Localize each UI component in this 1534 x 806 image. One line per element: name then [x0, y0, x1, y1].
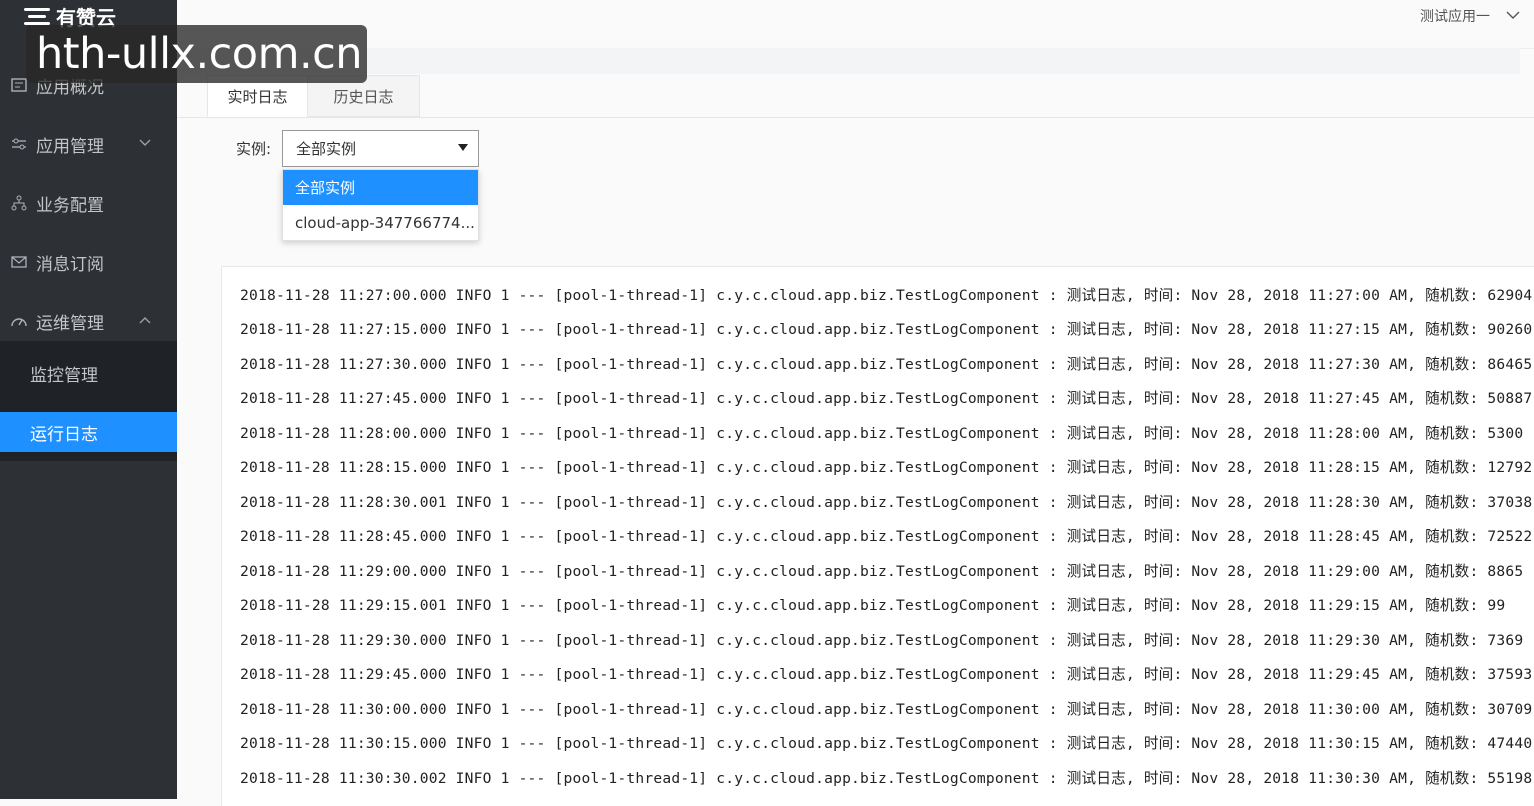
ops-submenu: 监控管理 运行日志 [0, 341, 177, 461]
log-line: 2018-11-28 11:30:15.000 INFO 1 --- [pool… [240, 735, 1533, 752]
breadcrumb-strip [177, 48, 1520, 74]
top-bar: 测试应用一 [177, 0, 1534, 49]
log-line: 2018-11-28 11:27:15.000 INFO 1 --- [pool… [240, 321, 1533, 338]
log-line: 2018-11-28 11:30:00.000 INFO 1 --- [pool… [240, 701, 1533, 718]
sidebar-item-ops-management[interactable]: 运维管理 [0, 301, 177, 341]
envelope-icon [10, 253, 28, 271]
logo-icon [24, 6, 50, 26]
sidebar-item-label: 消息订阅 [36, 254, 104, 275]
sidebar-item-app-management[interactable]: 应用管理 [0, 124, 177, 164]
chevron-down-icon [1506, 8, 1520, 24]
org-chart-icon [10, 194, 28, 212]
log-line: 2018-11-28 11:28:45.000 INFO 1 --- [pool… [240, 528, 1533, 545]
caret-down-icon [458, 144, 468, 151]
instance-select-value: 全部实例 [296, 140, 357, 158]
sidebar-item-label: 应用管理 [36, 136, 104, 157]
log-line: 2018-11-28 11:28:00.000 INFO 1 --- [pool… [240, 425, 1524, 442]
sidebar-subitem-runtime-logs[interactable]: 运行日志 [0, 412, 177, 452]
chevron-down-icon [139, 136, 151, 150]
instance-select[interactable]: 全部实例 [282, 130, 479, 167]
log-line: 2018-11-28 11:28:30.001 INFO 1 --- [pool… [240, 494, 1533, 511]
instance-option[interactable]: 全部实例 [283, 170, 478, 205]
instance-label: 实例: [236, 140, 272, 158]
instance-dropdown: 全部实例 cloud-app-347766774... [282, 169, 479, 241]
log-line: 2018-11-28 11:27:30.000 INFO 1 --- [pool… [240, 356, 1533, 373]
sidebar: 有赞云 应用概况 应用管理 业务配置 消息订阅 运维管理 监控管理 运行日志 [0, 0, 177, 799]
log-line: 2018-11-28 11:28:15.000 INFO 1 --- [pool… [240, 459, 1533, 476]
tab-divider [177, 117, 1534, 118]
gauge-icon [10, 312, 28, 330]
chevron-up-icon [139, 313, 151, 327]
log-line: 2018-11-28 11:27:00.000 INFO 1 --- [pool… [240, 287, 1533, 304]
app-switcher-label: 测试应用一 [1420, 9, 1490, 25]
instance-option[interactable]: cloud-app-347766774... [283, 205, 478, 240]
app-switcher[interactable]: 测试应用一 [1420, 6, 1520, 26]
watermark: hth-ullx.com.cn [26, 25, 367, 83]
sidebar-item-message-subscription[interactable]: 消息订阅 [0, 242, 177, 282]
log-line: 2018-11-28 11:27:45.000 INFO 1 --- [pool… [240, 390, 1533, 407]
log-line: 2018-11-28 11:29:00.000 INFO 1 --- [pool… [240, 563, 1524, 580]
log-line: 2018-11-28 11:30:30.002 INFO 1 --- [pool… [240, 770, 1533, 787]
sidebar-item-business-config[interactable]: 业务配置 [0, 183, 177, 223]
sidebar-subitem-monitoring[interactable]: 监控管理 [0, 353, 177, 393]
log-line: 2018-11-28 11:29:45.000 INFO 1 --- [pool… [240, 666, 1533, 683]
log-line: 2018-11-28 11:29:30.000 INFO 1 --- [pool… [240, 632, 1524, 649]
sliders-icon [10, 135, 28, 153]
sidebar-item-label: 业务配置 [36, 195, 104, 216]
log-panel: 2018-11-28 11:27:00.000 INFO 1 --- [pool… [221, 266, 1534, 806]
sidebar-item-label: 运维管理 [36, 313, 104, 334]
log-line: 2018-11-28 11:29:15.001 INFO 1 --- [pool… [240, 597, 1506, 614]
